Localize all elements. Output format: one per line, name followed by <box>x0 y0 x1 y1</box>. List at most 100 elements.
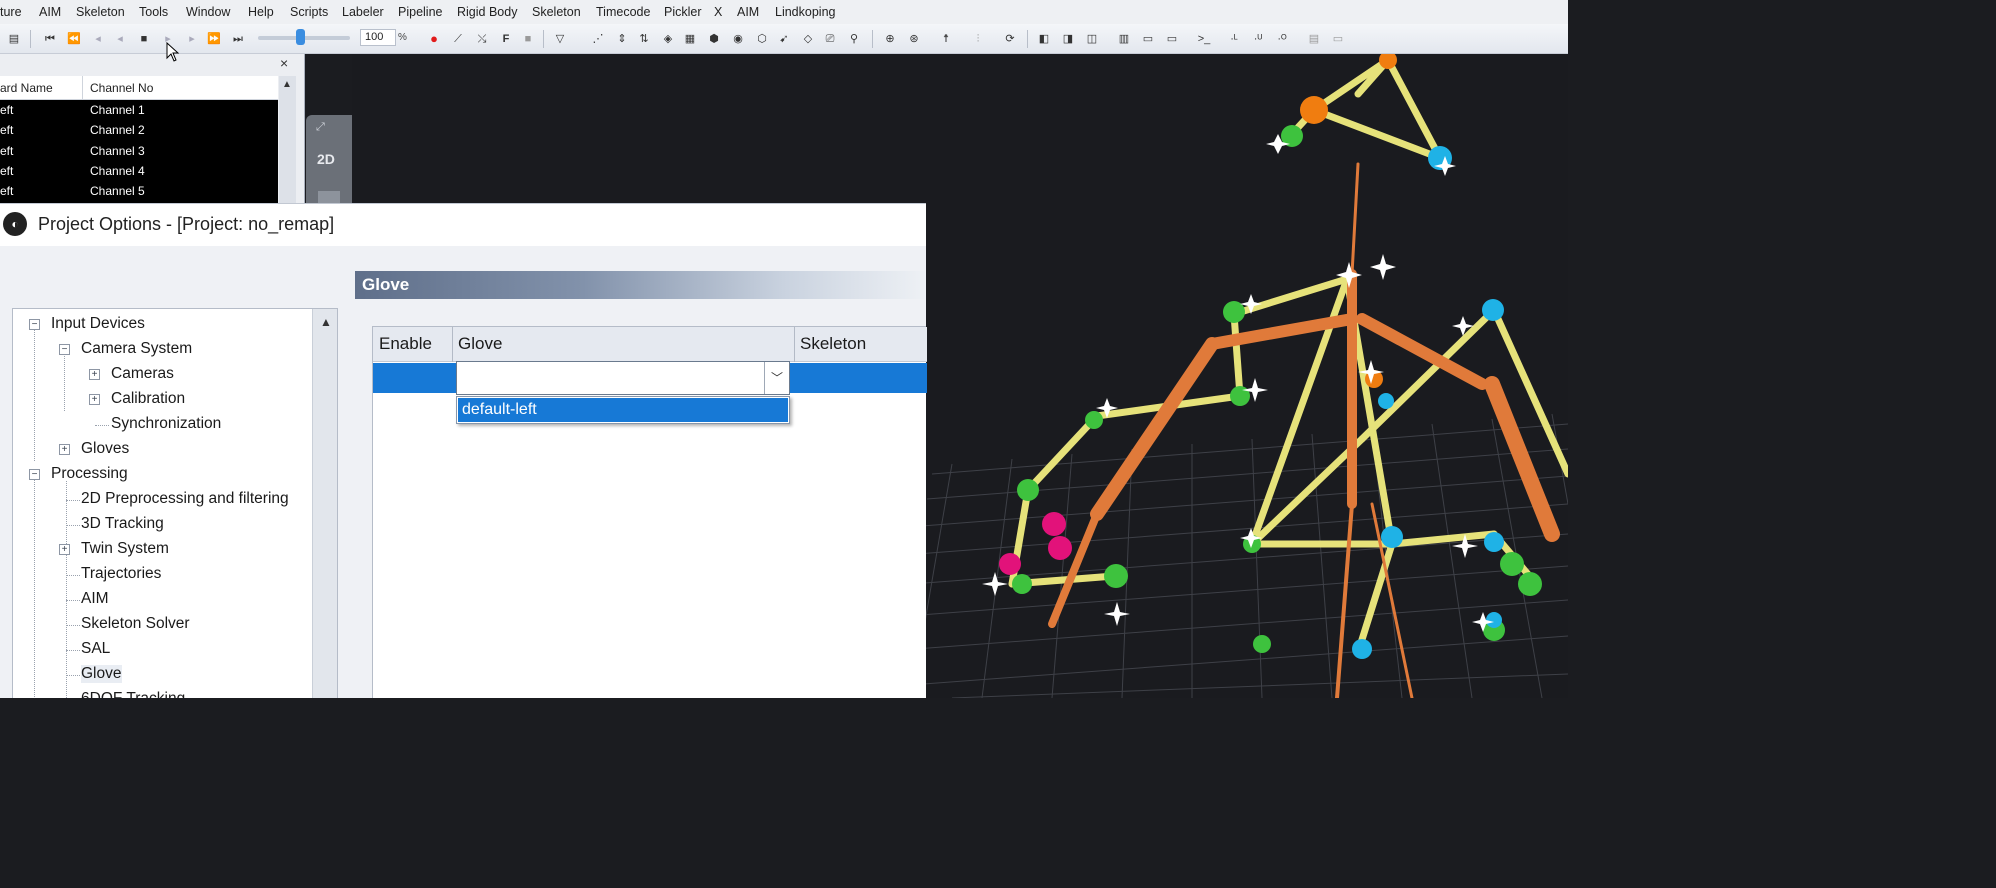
skip-start-icon[interactable]: ⏮ <box>42 31 58 47</box>
expand-icon[interactable]: + <box>89 394 100 405</box>
tree-item-cameras[interactable]: Cameras <box>111 365 174 383</box>
bone-tool-icon[interactable]: ⟋ <box>450 31 466 47</box>
dialog-title-bar[interactable]: ◐ Project Options - [Project: no_remap] <box>0 204 926 246</box>
camera-icon[interactable]: ⎚ <box>822 31 838 47</box>
expand-icon[interactable]: + <box>89 369 100 380</box>
tree-item-twin-system[interactable]: Twin System <box>81 540 169 558</box>
target-settings-icon[interactable]: ⊛ <box>906 31 922 47</box>
tree-item-calibration[interactable]: Calibration <box>111 390 185 408</box>
menu-timecode[interactable]: Timecode <box>596 5 650 19</box>
tree-item-6dof-tracking[interactable]: 6DOF Tracking <box>81 690 185 698</box>
cube-icon[interactable]: ⬢ <box>706 31 722 47</box>
panel-scrollbar[interactable]: ▲ <box>279 76 296 204</box>
label-l-icon[interactable]: ·ᴸ <box>1226 31 1242 47</box>
menu-window[interactable]: Window <box>186 5 230 19</box>
layout-5-icon[interactable]: ▭ <box>1140 31 1156 47</box>
fast-rewind-icon[interactable]: ⏪ <box>66 31 82 47</box>
column-header-skeleton[interactable]: Skeleton <box>800 334 866 354</box>
close-icon[interactable]: × <box>280 55 288 71</box>
menu-x[interactable]: X <box>714 5 722 19</box>
column-divider[interactable] <box>452 327 453 362</box>
step-forward-icon[interactable]: ▸ <box>184 31 200 47</box>
menu-labeler[interactable]: Labeler <box>342 5 384 19</box>
body-icon[interactable]: ⇅ <box>636 31 652 47</box>
menu-pipeline[interactable]: Pipeline <box>398 5 442 19</box>
grid-icon[interactable]: ▦ <box>682 31 698 47</box>
arrow-icon[interactable]: ➹ <box>776 31 792 47</box>
layout-3-icon[interactable]: ◫ <box>1084 31 1100 47</box>
collapse-icon[interactable]: − <box>29 319 40 330</box>
cube-outline-icon[interactable]: ⬡ <box>754 31 770 47</box>
menu-aim[interactable]: AIM <box>39 5 61 19</box>
layers-icon[interactable]: ▤ <box>6 31 22 47</box>
column-header-glove[interactable]: Glove <box>458 334 502 354</box>
marker-select-icon[interactable]: ⋰ <box>590 31 606 47</box>
tree-item-aim[interactable]: AIM <box>81 590 109 608</box>
refresh-icon[interactable]: ⟳ <box>1002 31 1018 47</box>
menu-capture[interactable]: ture <box>0 5 22 19</box>
terminal-icon[interactable]: >_ <box>1196 31 1212 47</box>
menu-pickler[interactable]: Pickler <box>664 5 702 19</box>
tree-item-processing[interactable]: Processing <box>51 465 128 483</box>
table-row[interactable]: eft Channel 4 <box>0 161 278 181</box>
menu-scripts[interactable]: Scripts <box>290 5 328 19</box>
menu-aim-2[interactable]: AIM <box>737 5 759 19</box>
dropdown-button[interactable]: ﹀ <box>764 362 789 394</box>
table-row[interactable]: eft Channel 2 <box>0 120 278 140</box>
tree-item-glove[interactable]: Glove <box>81 665 122 683</box>
target-icon[interactable]: ⊕ <box>882 31 898 47</box>
tree-item-sal[interactable]: SAL <box>81 640 110 658</box>
expand-icon[interactable]: + <box>59 444 70 455</box>
viewport-mode-tab[interactable]: ⤢ 2D <box>306 115 352 215</box>
column-header-name[interactable]: ard Name <box>0 81 53 95</box>
scroll-up-icon[interactable]: ▲ <box>282 79 292 90</box>
menu-skeleton[interactable]: Skeleton <box>76 5 125 19</box>
rewind-icon[interactable]: ◂ <box>112 31 128 47</box>
collapse-icon[interactable]: − <box>29 469 40 480</box>
menu-help[interactable]: Help <box>248 5 274 19</box>
menu-rigid-body[interactable]: Rigid Body <box>457 5 517 19</box>
label-o-icon[interactable]: ·ᴼ <box>1274 31 1290 47</box>
pointer-icon[interactable]: ⤢ <box>316 121 325 134</box>
tree-item-gloves[interactable]: Gloves <box>81 440 129 458</box>
link-tool-icon[interactable]: ⤯ <box>474 31 490 47</box>
tree-item-3d-tracking[interactable]: 3D Tracking <box>81 515 164 533</box>
fast-forward-icon[interactable]: ⏩ <box>206 31 222 47</box>
record-icon[interactable]: ● <box>426 31 442 47</box>
panel-icon[interactable]: ▭ <box>1330 31 1346 47</box>
waveform-icon[interactable]: ⫶ <box>970 31 986 47</box>
layout-6-icon[interactable]: ▭ <box>1164 31 1180 47</box>
tree-item-trajectories[interactable]: Trajectories <box>81 565 161 583</box>
column-divider[interactable] <box>82 76 83 100</box>
sphere-icon[interactable]: ◉ <box>730 31 746 47</box>
label-u-icon[interactable]: ·ᵁ <box>1250 31 1266 47</box>
chart-icon[interactable]: ▤ <box>1306 31 1322 47</box>
column-header-channel[interactable]: Channel No <box>90 81 153 95</box>
cube-wire-icon[interactable]: ◇ <box>800 31 816 47</box>
tree-scrollbar[interactable]: ▲ <box>312 309 337 698</box>
column-header-enable[interactable]: Enable <box>379 334 432 354</box>
menu-skeleton-2[interactable]: Skeleton <box>532 5 581 19</box>
scroll-up-icon[interactable]: ▲ <box>320 315 332 329</box>
plane-icon[interactable]: ◈ <box>660 31 676 47</box>
skeleton-icon[interactable]: ⚲ <box>846 31 862 47</box>
filter-f-icon[interactable]: F <box>498 31 514 47</box>
tree-item-camera-system[interactable]: Camera System <box>81 340 192 358</box>
marker-move-icon[interactable]: ⇕ <box>614 31 630 47</box>
stop-icon[interactable]: ■ <box>136 31 152 47</box>
view-2d-label[interactable]: 2D <box>317 151 335 167</box>
box-icon[interactable]: ■ <box>520 31 536 47</box>
menu-tools[interactable]: Tools <box>139 5 168 19</box>
collapse-icon[interactable]: − <box>59 344 70 355</box>
tree-item-input-devices[interactable]: Input Devices <box>51 315 145 333</box>
table-row[interactable]: eft Channel 1 <box>0 100 278 120</box>
step-back-icon[interactable]: ◂ <box>90 31 106 47</box>
layout-4-icon[interactable]: ▥ <box>1116 31 1132 47</box>
expand-icon[interactable]: + <box>59 544 70 555</box>
speed-input[interactable]: 100 <box>360 29 396 46</box>
glove-select[interactable] <box>456 361 790 395</box>
menu-lindkoping[interactable]: Lindkoping <box>775 5 835 19</box>
skip-end-icon[interactable]: ⏭ <box>230 31 246 47</box>
volume-filter-icon[interactable]: ▽ <box>552 31 568 47</box>
speed-slider-thumb[interactable] <box>296 29 305 45</box>
